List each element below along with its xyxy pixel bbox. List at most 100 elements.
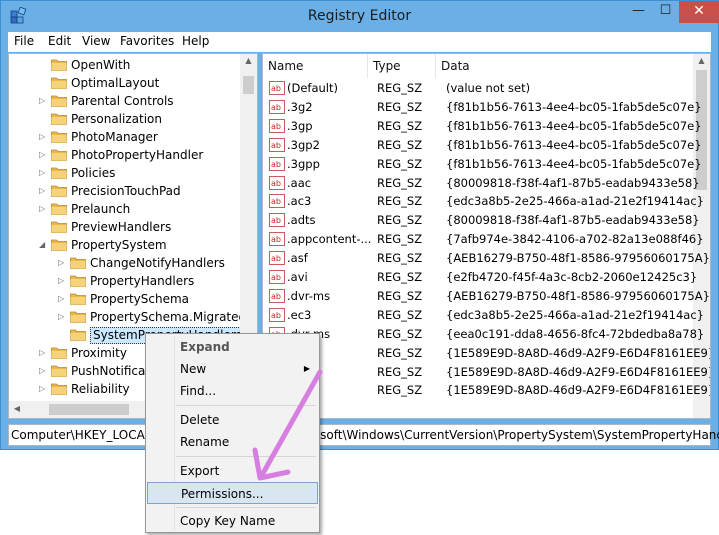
value-name: .3gpp	[287, 156, 320, 171]
menu-copy-key-name[interactable]: Copy Key Name	[147, 510, 318, 532]
tree-item-label: PropertySchema.Migrated	[90, 310, 247, 324]
expand-arrow-icon[interactable]: ▷	[58, 272, 68, 290]
expand-arrow-icon[interactable]: ▷	[58, 308, 68, 326]
tree-item[interactable]: ▷ Policies	[9, 164, 241, 182]
value-row[interactable]: ab.dvr-msREG_SZ{eea0c191-dda8-4656-8fc4-…	[263, 325, 704, 343]
value-row[interactable]: ab .3gpp REG_SZ {f81b1b56-7613-4ee4-bc05-1f…	[263, 155, 702, 173]
tree-item[interactable]: PreviewHandlers	[9, 218, 241, 236]
close-button[interactable]: ✕	[679, 1, 719, 23]
value-row[interactable]: ab .appcontent-... REG_SZ {7afb974e-3842-41…	[263, 230, 704, 248]
value-row[interactable]: ab .ac3 REG_SZ {edc3a8b5-2e25-466a-a1ad-21e…	[263, 192, 704, 210]
tree-item[interactable]: ▷ ChangeNotifyHandlers	[9, 254, 241, 272]
string-value-icon: ab	[269, 307, 285, 322]
column-header-data[interactable]: Data	[436, 54, 694, 78]
expand-arrow-icon[interactable]: ▷	[39, 182, 49, 200]
scroll-up-arrow-icon[interactable]: ▲	[693, 56, 710, 65]
value-row[interactable]: ab .3g2 REG_SZ {f81b1b56-7613-4ee4-bc05-1fa…	[263, 98, 702, 116]
string-value-icon: ab	[269, 251, 285, 265]
menu-file[interactable]: File	[14, 34, 34, 48]
expand-arrow-icon[interactable]: ▷	[39, 344, 49, 362]
tree-item[interactable]: ▷ PropertySchema.Migrated	[9, 308, 246, 326]
value-row[interactable]: ab (Default) REG_SZ (value not set)	[263, 79, 693, 97]
tree-item[interactable]: Personalization	[9, 110, 241, 128]
folder-icon	[51, 131, 67, 143]
value-type: REG_SZ	[377, 364, 423, 379]
value-name: .adts	[287, 213, 316, 228]
menu-edit[interactable]: Edit	[48, 34, 71, 48]
menu-help[interactable]: Help	[182, 34, 209, 48]
tree-item[interactable]: ▷ PhotoPropertyHandler	[9, 146, 241, 164]
tree-item[interactable]: ▷ Parental Controls	[9, 92, 241, 110]
menu-view[interactable]: View	[82, 34, 110, 48]
svg-text:ab: ab	[271, 292, 281, 301]
value-type: REG_SZ	[377, 345, 423, 360]
expand-arrow-icon[interactable]: ▷	[39, 146, 49, 164]
minimize-button[interactable]: —	[625, 1, 652, 23]
expand-arrow-icon[interactable]: ▷	[39, 92, 49, 110]
svg-text:ab: ab	[271, 235, 281, 244]
collapse-arrow-icon[interactable]: ◢	[39, 236, 49, 254]
svg-text:ab: ab	[271, 273, 281, 282]
value-data: {80009818-f38f-4af1-87b5-eadab9433e58}	[446, 213, 700, 228]
tree-item[interactable]: ◢ PropertySystem	[9, 236, 241, 254]
column-header-name[interactable]: Name	[263, 54, 368, 78]
tree-item[interactable]: ▷ PropertyHandlers	[9, 272, 241, 290]
tree-item[interactable]: OptimalLayout	[9, 74, 241, 92]
value-data: {7afb974e-3842-4106-a702-82a13e088f46}	[446, 232, 704, 247]
value-row[interactable]: ab .ec3 REG_SZ {edc3a8b5-2e25-466a-a1ad-21e…	[263, 306, 704, 324]
value-name: .appcontent-...	[287, 232, 372, 247]
value-row[interactable]: ab .avi REG_SZ {e2fb4720-f45f-4a3c-8cb2-206…	[263, 268, 697, 286]
value-type: REG_SZ	[377, 270, 423, 284]
value-type: REG_SZ	[377, 232, 423, 247]
folder-icon	[51, 383, 67, 395]
value-data: {f81b1b56-7613-4ee4-bc05-1fab5de5c07e}	[446, 137, 702, 152]
value-row[interactable]: ab .3gp REG_SZ {f81b1b56-7613-4ee4-bc05-1fa…	[263, 117, 702, 135]
svg-text:ab: ab	[271, 160, 281, 169]
expand-arrow-icon[interactable]: ▷	[39, 164, 49, 182]
string-value-icon: ab	[269, 232, 285, 247]
pointer-arrow-annotation	[252, 369, 323, 481]
value-data: {edc3a8b5-2e25-466a-a1ad-21e2f19414ac}	[446, 307, 704, 322]
value-row[interactable]: abREG_SZ{1E589E9D-8A8D-46d9-A2F9-E6D4F81…	[263, 344, 710, 362]
value-row[interactable]: ab .asf REG_SZ {AEB16279-B750-48f1-8586-979…	[263, 249, 710, 267]
scroll-left-arrow-icon[interactable]: ◀	[11, 404, 23, 413]
title-bar: Registry Editor — ☐ ✕	[1, 1, 719, 32]
folder-icon	[70, 293, 86, 305]
value-name: .ac3	[287, 194, 312, 209]
value-name: .aac	[287, 175, 312, 190]
tree-hscroll-thumb[interactable]	[49, 404, 129, 415]
value-name: .3gp2	[287, 137, 320, 152]
scroll-up-arrow-icon[interactable]: ▲	[240, 56, 257, 65]
expand-arrow-icon[interactable]: ▷	[39, 362, 49, 380]
tree-item-label: Personalization	[71, 112, 162, 126]
folder-icon	[51, 239, 67, 251]
expand-arrow-icon[interactable]: ▷	[58, 254, 68, 272]
string-value-icon: ab	[269, 213, 285, 228]
tree-item[interactable]: ▷ PropertySchema	[9, 290, 241, 308]
tree-scroll-thumb[interactable]	[243, 76, 254, 94]
svg-text:ab: ab	[271, 197, 281, 206]
tree-item[interactable]: ▷ PrecisionTouchPad	[9, 182, 241, 200]
value-type: REG_SZ	[377, 194, 423, 209]
value-type: REG_SZ	[377, 307, 423, 322]
value-row[interactable]: ab .adts REG_SZ {80009818-f38f-4af1-87b5-ea…	[263, 211, 700, 229]
folder-icon	[51, 167, 67, 179]
value-type: REG_SZ	[377, 175, 423, 190]
value-row[interactable]: ab .3gp2 REG_SZ {f81b1b56-7613-4ee4-bc05-1f…	[263, 136, 702, 154]
value-row[interactable]: ab .dvr-ms REG_SZ {AEB16279-B750-48f1-8586-…	[263, 287, 710, 305]
value-row[interactable]: ab .aac REG_SZ {80009818-f38f-4af1-87b5-ead…	[263, 174, 700, 192]
expand-arrow-icon[interactable]: ▷	[39, 128, 49, 146]
value-type: REG_SZ	[377, 213, 423, 228]
menu-favorites[interactable]: Favorites	[120, 34, 174, 48]
maximize-button[interactable]: ☐	[652, 1, 679, 23]
tree-item-label: ChangeNotifyHandlers	[90, 256, 225, 270]
tree-item[interactable]: OpenWith	[9, 56, 241, 74]
expand-arrow-icon[interactable]: ▷	[39, 380, 49, 398]
column-header-type[interactable]: Type	[368, 54, 436, 78]
tree-item[interactable]: ▷ Prelaunch	[9, 200, 241, 218]
tree-item-label: OpenWith	[71, 58, 131, 72]
tree-item[interactable]: ▷ PhotoManager	[9, 128, 241, 146]
expand-arrow-icon[interactable]: ▷	[58, 290, 68, 308]
expand-arrow-icon[interactable]: ▷	[39, 200, 49, 218]
menu-expand[interactable]: Expand	[147, 336, 318, 358]
